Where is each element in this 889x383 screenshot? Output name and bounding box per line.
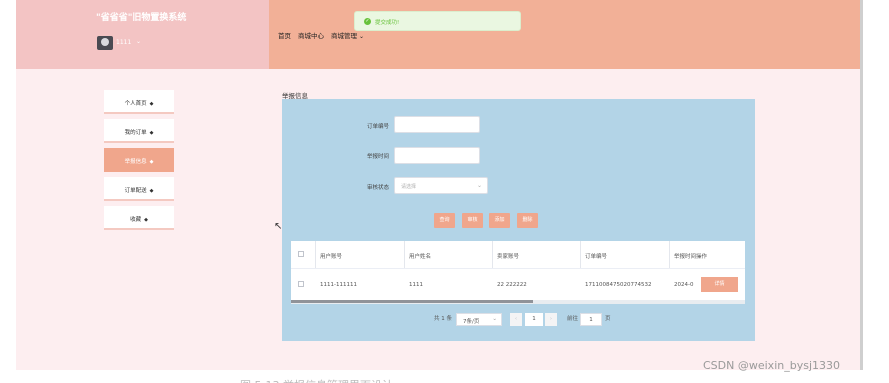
sidebar-item-label: 我的订单	[124, 130, 147, 136]
report-time-label: 举报时间	[366, 154, 389, 160]
status-label: 审核状态	[366, 185, 389, 191]
top-nav: 首页 商城中心 商城管理 ⌄	[278, 30, 364, 40]
header-seller-account: 卖家账号	[497, 254, 520, 260]
sidebar-item-my-orders[interactable]: 我的订单 ◆	[104, 119, 174, 143]
select-all-checkbox[interactable]	[298, 251, 304, 257]
cell-order-no: 1711008475020774532	[585, 282, 652, 288]
order-no-label: 订单编号	[366, 124, 389, 130]
header-user-account: 用户账号	[320, 254, 343, 260]
pagination-total: 共 1 条	[434, 316, 452, 322]
search-button[interactable]: 查询	[434, 213, 455, 228]
sidebar-item-label: 个人首页	[124, 101, 147, 107]
prev-page-button[interactable]: ‹	[510, 313, 522, 326]
report-time-input[interactable]	[394, 147, 480, 164]
delete-button[interactable]: 删除	[517, 213, 538, 228]
report-table: 用户账号 用户姓名 卖家账号 订单编号 举报时间 操作 1111-111111 …	[291, 241, 745, 301]
nav-item-mall-center[interactable]: 商城中心	[298, 30, 324, 40]
success-toast: ✓ 提交成功!	[354, 11, 521, 31]
sidebar-item-favorites[interactable]: 收藏 ◆	[104, 206, 174, 230]
app-title: "省省省"旧物置换系统	[96, 13, 187, 23]
table-scrollbar-track[interactable]	[291, 300, 745, 304]
user-menu-chevron-icon[interactable]: ⌄	[136, 38, 141, 45]
toast-message: 提交成功!	[375, 20, 400, 26]
sidebar-item-icon: ◆	[149, 188, 154, 194]
detail-button[interactable]: 详情	[701, 277, 738, 292]
current-page[interactable]: 1	[525, 313, 543, 326]
mouse-cursor-icon: ↖	[274, 221, 283, 232]
chevron-down-icon: ⌄	[476, 182, 482, 189]
nav-item-home[interactable]: 首页	[278, 30, 291, 40]
header-actions: 操作	[696, 254, 708, 260]
nav-item-mall-management[interactable]: 商城管理 ⌄	[331, 30, 364, 40]
sidebar-item-icon: ◆	[144, 217, 148, 223]
watermark: CSDN @weixin_bysj1330	[703, 359, 840, 372]
chevron-down-icon: ⌄	[359, 33, 365, 40]
sidebar-item-icon: ◆	[149, 130, 154, 136]
goto-label: 前往	[567, 316, 579, 322]
sidebar-item-home[interactable]: 个人首页 ◆	[104, 90, 174, 114]
sidebar-item-order-delivery[interactable]: 订单配送 ◆	[104, 177, 174, 201]
next-page-button[interactable]: ›	[545, 313, 557, 326]
figure-caption: 图 5-13 举报信息管理界面设计	[240, 377, 393, 383]
cell-report-time: 2024-0	[674, 282, 694, 288]
nav-item-label: 商城管理	[331, 32, 357, 40]
user-name[interactable]: 1111	[116, 39, 131, 46]
table-scrollbar-thumb[interactable]	[291, 300, 533, 303]
page-size-select[interactable]: 7条/页 ⌄	[456, 313, 502, 326]
order-no-input[interactable]	[394, 116, 480, 133]
review-button[interactable]: 审核	[462, 213, 483, 228]
status-select[interactable]: 请选择 ⌄	[394, 177, 488, 194]
cell-user-account: 1111-111111	[320, 282, 357, 288]
sidebar-item-label: 订单配送	[124, 188, 147, 194]
success-check-icon: ✓	[364, 18, 371, 25]
cell-user-name: 1111	[409, 282, 423, 288]
sidebar-item-icon: ◆	[149, 159, 154, 165]
chevron-down-icon: ⌄	[492, 316, 497, 322]
header-order-no: 订单编号	[585, 254, 608, 260]
header-report-time: 举报时间	[674, 254, 696, 260]
row-checkbox[interactable]	[298, 281, 304, 287]
avatar[interactable]	[97, 36, 113, 50]
status-placeholder: 请选择	[401, 184, 417, 190]
page-size-value: 7条/页	[463, 319, 480, 325]
page-scrollbar[interactable]	[860, 0, 863, 370]
sidebar-item-reports[interactable]: 举报信息 ◆	[104, 148, 174, 172]
add-button[interactable]: 添加	[489, 213, 510, 228]
page-unit-label: 页	[605, 316, 611, 322]
cell-seller-account: 22 222222	[497, 282, 527, 288]
header-brand-area: "省省省"旧物置换系统 1111 ⌄	[16, 0, 269, 69]
header-user-name: 用户姓名	[409, 254, 432, 260]
sidebar-item-label: 举报信息	[124, 159, 147, 165]
goto-page-input[interactable]: 1	[580, 313, 602, 326]
sidebar-item-label: 收藏	[130, 217, 142, 223]
sidebar-item-icon: ◆	[149, 101, 154, 107]
